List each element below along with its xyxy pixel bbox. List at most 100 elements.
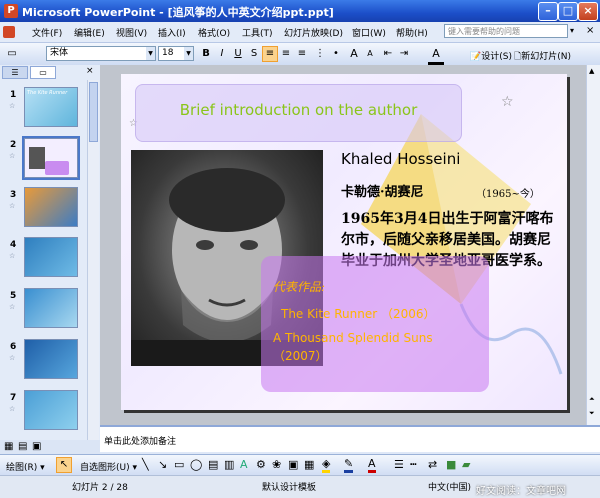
new-document-icon[interactable]: ▭ [4, 46, 20, 62]
slides-tab[interactable]: ▭ [30, 66, 56, 79]
works-box[interactable] [261, 256, 489, 392]
slide-thumbnail-1[interactable]: The Kite Runner [24, 87, 78, 127]
italic-button[interactable]: I [214, 46, 230, 62]
star-icon: ☆ [501, 94, 514, 110]
powerpoint-icon: P [4, 4, 18, 18]
bold-button[interactable]: B [198, 46, 214, 62]
menu-file[interactable]: 文件(F) [32, 26, 62, 39]
slide-thumbnail-5[interactable] [24, 288, 78, 328]
new-slide-button[interactable]: 🗋新幻灯片(N) [514, 49, 571, 65]
title-box[interactable]: Brief introduction on the author [135, 84, 462, 142]
decrease-font-icon[interactable]: A [362, 46, 378, 62]
scroll-down-double-icon[interactable]: ⏷ [589, 409, 595, 418]
increase-font-icon[interactable]: A [346, 46, 362, 62]
menu-insert[interactable]: 插入(I) [158, 26, 186, 39]
arrow-icon[interactable]: ↘ [158, 458, 167, 471]
slide-thumbnail-6[interactable] [24, 339, 78, 379]
title-bar: P Microsoft PowerPoint - [追风筝的人中英文介绍ppt.… [0, 0, 600, 22]
work-thousand-suns-year: （2007） [273, 349, 328, 363]
design-label: 设计(S) [481, 52, 512, 62]
rectangle-icon[interactable]: ▭ [174, 458, 184, 471]
autoshapes-button[interactable]: 自选图形(U) ▾ [80, 460, 137, 473]
3d-style-icon[interactable]: ▰ [462, 458, 470, 471]
scroll-thumb[interactable] [89, 82, 98, 142]
picture-icon[interactable]: ▣ [288, 458, 298, 471]
outline-tab[interactable]: ☰ [2, 66, 28, 79]
vertical-textbox-icon[interactable]: ▥ [224, 458, 234, 471]
shadow-button[interactable]: S [246, 46, 262, 62]
font-name-combo[interactable]: 宋体 ▼ [46, 46, 156, 61]
clipart-icon[interactable]: ❀ [272, 458, 281, 471]
align-left-button[interactable]: ≡ [262, 46, 278, 62]
menu-view[interactable]: 视图(V) [116, 26, 147, 39]
status-bar: 幻灯片 2 / 28 默认设计模板 中文(中国) 好文阅读：文章吧网 [0, 475, 600, 498]
author-name-chinese: 卡勒德·胡赛尼 [341, 185, 424, 200]
vertical-scrollbar[interactable]: ▲ ⏶ ⏷ [586, 65, 600, 425]
slide-title: Brief introduction on the author [179, 101, 418, 119]
align-center-button[interactable]: ≡ [278, 46, 294, 62]
close-button[interactable]: × [578, 2, 598, 21]
transition-icon: ☆ [9, 152, 16, 160]
design-button[interactable]: 📝设计(S) [470, 49, 512, 62]
increase-indent-icon[interactable]: ⇥ [396, 46, 412, 62]
font-size-combo[interactable]: 18 ▼ [158, 46, 194, 61]
formatting-toolbar: ▭ 宋体 ▼ 18 ▼ B I U S ≡ ≡ ≡ ⋮ • A A ⇤ ⇥ A … [0, 43, 600, 66]
font-color-icon[interactable]: A [368, 458, 376, 473]
slides-scrollbar[interactable] [87, 80, 99, 440]
align-right-button[interactable]: ≡ [294, 46, 310, 62]
slide-number: 1 [10, 90, 17, 100]
scroll-up-double-icon[interactable]: ⏶ [589, 395, 595, 404]
picture2-icon[interactable]: ▦ [304, 458, 314, 471]
underline-button[interactable]: U [230, 46, 246, 62]
pane-close-icon[interactable]: × [86, 66, 94, 76]
slideshow-icon[interactable]: ▣ [32, 441, 41, 452]
slide-number: 5 [10, 291, 17, 301]
diagram-icon[interactable]: ⚙ [256, 458, 266, 471]
watermark-text: 好文阅读：文章吧网 [476, 486, 566, 497]
draw-menu-button[interactable]: 绘图(R) ▾ [6, 460, 45, 473]
menu-tools[interactable]: 工具(T) [242, 26, 273, 39]
slide-thumbnail-7[interactable] [24, 390, 78, 430]
font-size-value: 18 [162, 48, 174, 58]
chevron-down-icon[interactable]: ▼ [184, 47, 193, 60]
shadow-style-icon[interactable]: ■ [446, 458, 456, 471]
doc-close-icon[interactable]: × [586, 25, 594, 36]
normal-view-icon[interactable]: ▦ [4, 441, 13, 452]
menu-slideshow[interactable]: 幻灯片放映(D) [284, 26, 343, 39]
font-color-icon[interactable]: A [428, 46, 444, 65]
menu-format[interactable]: 格式(O) [198, 26, 230, 39]
menu-edit[interactable]: 编辑(E) [74, 26, 105, 39]
line-style-icon[interactable]: ☰ [394, 458, 404, 471]
slide-sorter-icon[interactable]: ▤ [18, 441, 27, 452]
slide-thumbnail-2[interactable] [22, 136, 80, 180]
numbered-list-icon[interactable]: ⋮ [312, 46, 328, 62]
dash-style-icon[interactable]: ┅ [410, 458, 417, 471]
menu-help[interactable]: 帮助(H) [396, 26, 428, 39]
notes-pane[interactable]: 单击此处添加备注 [100, 425, 600, 452]
current-slide[interactable]: ☆ ☆ Brief introduction on the author Kha… [121, 74, 567, 410]
slide-thumbnail-3[interactable] [24, 187, 78, 227]
oval-icon[interactable]: ◯ [190, 458, 202, 471]
slide-counter: 幻灯片 2 / 28 [72, 483, 128, 493]
line-color-icon[interactable]: ✎ [344, 458, 354, 473]
minimize-button[interactable]: – [538, 2, 558, 21]
arrow-style-icon[interactable]: ⇄ [428, 458, 437, 471]
help-search-input[interactable]: 键入需要帮助的问题 [444, 24, 568, 38]
thumb-box [45, 161, 69, 175]
menu-window[interactable]: 窗口(W) [352, 26, 386, 39]
wordart-icon[interactable]: A [240, 458, 248, 471]
slide-number: 7 [10, 393, 17, 403]
chevron-down-icon[interactable]: ▼ [146, 47, 155, 60]
line-icon[interactable]: ╲ [142, 458, 149, 471]
slide-thumbnail-4[interactable] [24, 237, 78, 277]
language-status: 中文(中国) [428, 483, 472, 493]
decrease-indent-icon[interactable]: ⇤ [380, 46, 396, 62]
maximize-button[interactable]: □ [558, 2, 578, 21]
help-dropdown-icon[interactable]: ▾ [570, 26, 574, 35]
fill-color-icon[interactable]: ◈ [322, 458, 331, 473]
textbox-icon[interactable]: ▤ [208, 458, 218, 471]
bullet-list-icon[interactable]: • [328, 46, 344, 62]
select-pointer-icon[interactable]: ↖ [56, 457, 72, 473]
scroll-up-icon[interactable]: ▲ [589, 67, 594, 75]
transition-icon: ☆ [9, 102, 16, 110]
